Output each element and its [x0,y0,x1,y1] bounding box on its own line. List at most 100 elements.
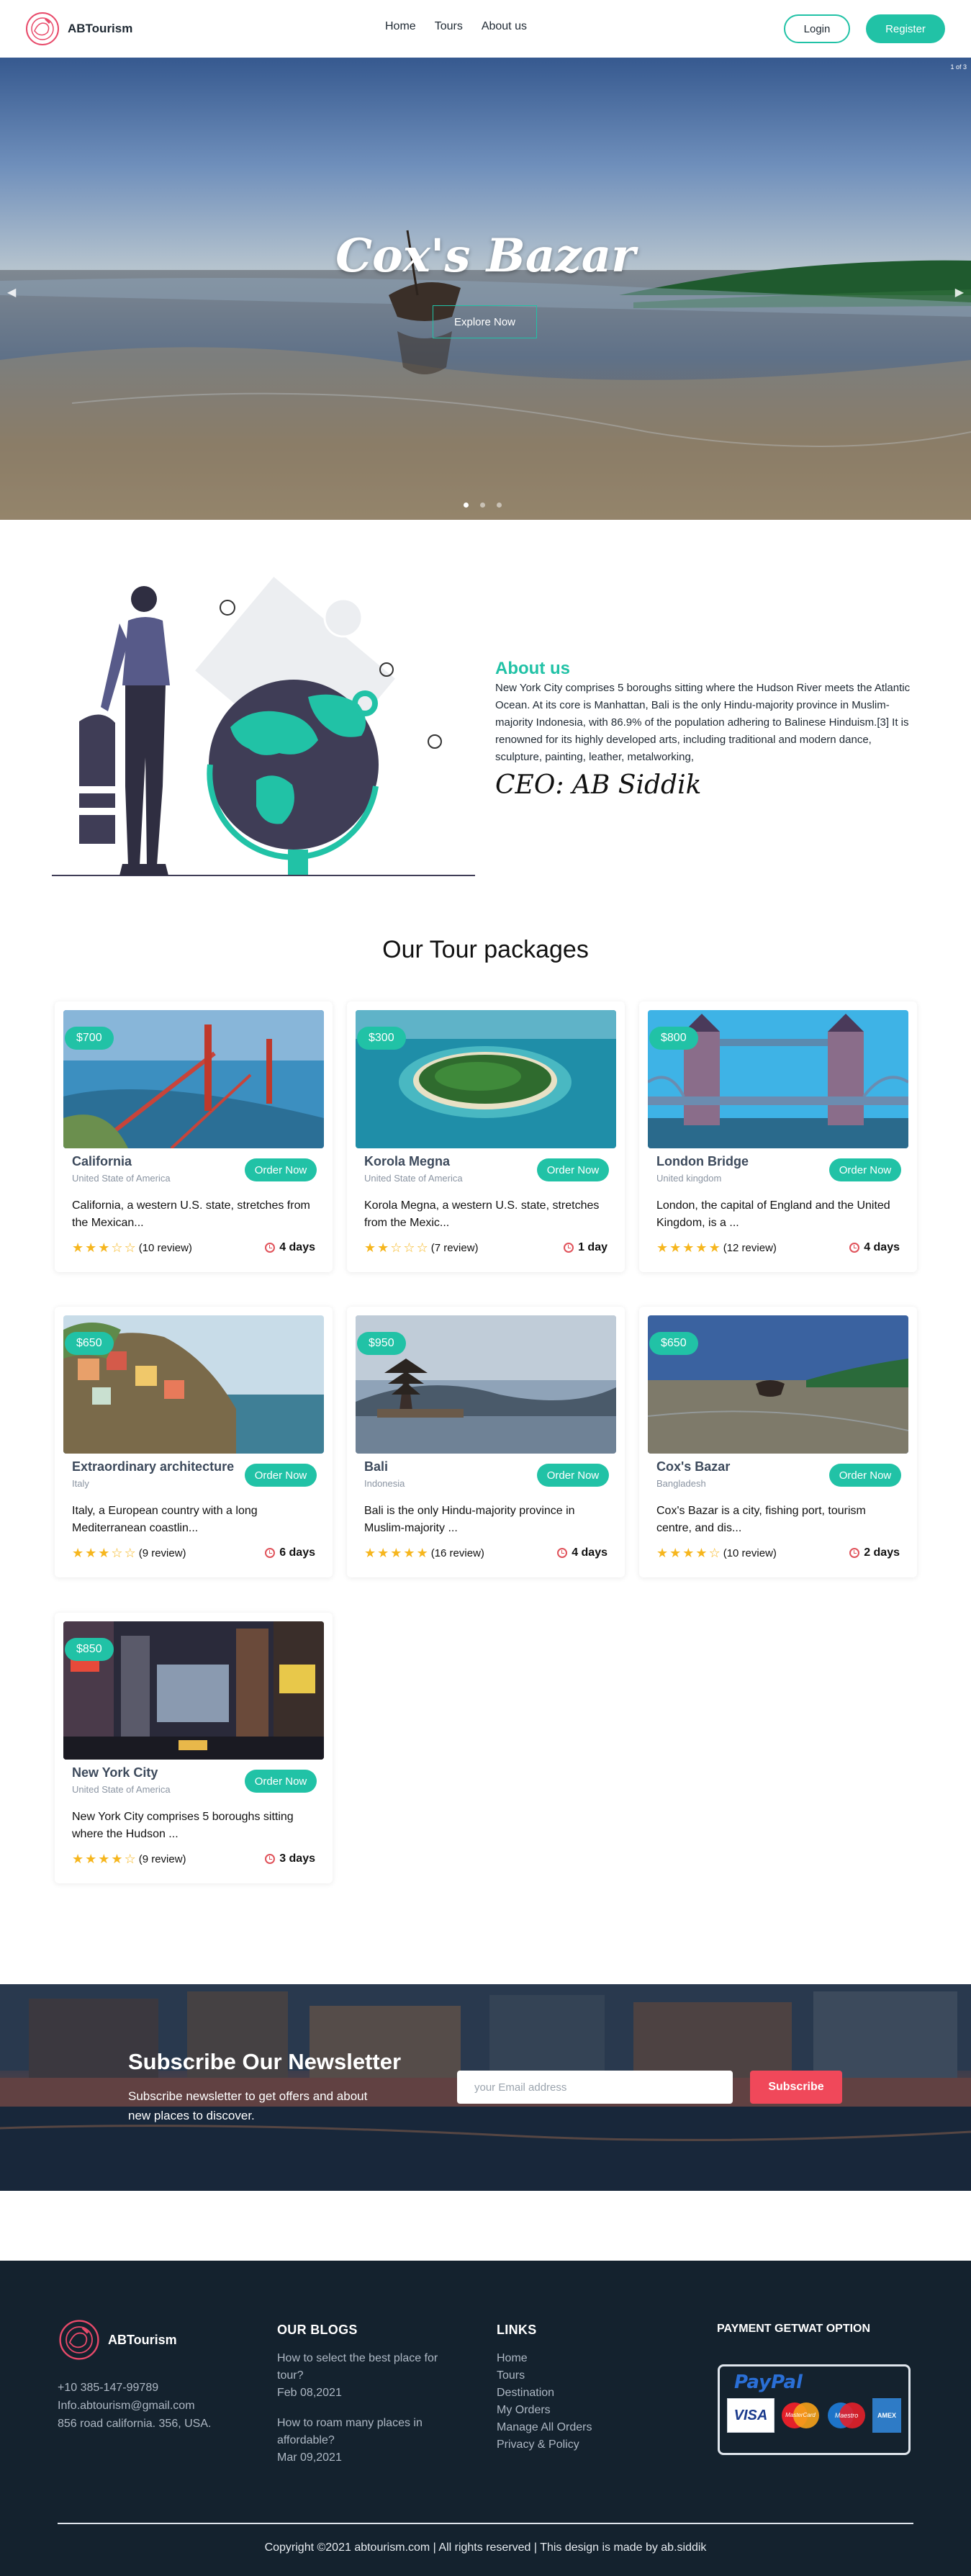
tour-country: United kingdom [656,1173,722,1184]
hero-carousel: 1 of 3 ◀ ▶ Cox's Bazar Explore Now [0,58,971,520]
blog-title[interactable]: How to select the best place for tour? [277,2350,464,2384]
tour-card[interactable]: $650 Extraordinary architecture Italy Order… [55,1307,333,1577]
blog-date: Mar 09,2021 [277,2451,342,2464]
tour-card[interactable]: $950 Bali Indonesia Order Now Bali is the on… [347,1307,625,1577]
tour-card[interactable]: $800 London Bridge United kingdom Order Now… [639,1001,917,1272]
blog-title[interactable]: How to roam many places in affordable? [277,2415,464,2449]
newsletter-email-input[interactable] [457,2071,733,2104]
star-filled-icon: ★ [364,1545,376,1560]
chevron-right-icon[interactable]: ▶ [955,285,964,300]
brand[interactable]: ABTourism [24,11,132,47]
star-empty-icon: ☆ [124,1240,136,1255]
order-now-button[interactable]: Order Now [537,1464,609,1487]
footer-brand[interactable]: ABTourism [58,2318,177,2361]
footer-payment-title: PAYMENT GETWAT OPTION [717,2323,871,2335]
star-filled-icon: ★ [85,1851,97,1866]
top-navbar: ABTourism Home Tours About us Login Regi… [0,0,971,58]
footer-link-tours[interactable]: Tours [497,2369,525,2382]
duration-text: 4 days [279,1241,315,1253]
tour-duration: 4 days [557,1546,608,1559]
star-filled-icon: ★ [85,1545,97,1560]
star-empty-icon: ☆ [111,1240,123,1255]
footer-email[interactable]: Info.abtourism@gmail.com [58,2397,211,2415]
star-empty-icon: ☆ [708,1545,721,1560]
tour-country: Indonesia [364,1478,405,1489]
order-now-button[interactable]: Order Now [245,1158,317,1181]
footer-link-manage-orders[interactable]: Manage All Orders [497,2421,592,2433]
nav-link-tours[interactable]: Tours [435,20,463,33]
footer-links: Home Tours Destination My Orders Manage … [497,2350,592,2454]
paypal-logo: PayPal [734,2372,803,2393]
nav-link-home[interactable]: Home [385,20,416,33]
carousel-dot-1[interactable] [464,503,469,508]
tour-country: United State of America [72,1173,171,1184]
footer-copyright: Copyright ©2021 abtourism.com | All righ… [264,2541,707,2554]
tour-duration: 6 days [265,1546,315,1559]
tour-name: London Bridge [656,1154,749,1168]
rating-stars: ★ ★ ★ ★ ★ (12 review) [656,1240,777,1256]
star-filled-icon: ★ [708,1240,721,1255]
blog-item[interactable]: How to roam many places in affordable? M… [277,2415,464,2467]
newsletter-text: Subscribe newsletter to get offers and a… [128,2089,368,2122]
review-count: (9 review) [138,1546,186,1559]
card-logos: VISA MasterCard Maestro AMEX [727,2398,901,2433]
rating-stars: ★ ★ ★ ★ ★ (16 review) [364,1546,484,1561]
order-now-button[interactable]: Order Now [537,1158,609,1181]
subscribe-button[interactable]: Subscribe [750,2071,842,2104]
order-now-button[interactable]: Order Now [245,1464,317,1487]
visa-card-icon: VISA [727,2398,774,2433]
hero-title: Cox's Bazar [335,229,636,283]
travel-illustration [52,577,475,876]
footer-link-home[interactable]: Home [497,2352,528,2364]
payment-methods-badge: PayPal VISA MasterCard Maestro AMEX [718,2364,911,2455]
order-now-button[interactable]: Order Now [245,1770,317,1793]
star-empty-icon: ☆ [111,1545,123,1560]
price-badge: $650 [649,1332,698,1355]
order-now-button[interactable]: Order Now [829,1464,901,1487]
footer-link-my-orders[interactable]: My Orders [497,2404,551,2416]
clock-icon [849,1548,860,1558]
tour-name: Bali [364,1459,389,1474]
price-badge: $850 [65,1638,114,1661]
register-button[interactable]: Register [866,14,945,43]
duration-text: 4 days [572,1546,608,1559]
star-filled-icon: ★ [72,1240,84,1255]
tour-name: Extraordinary architecture [72,1459,235,1474]
tour-country: Italy [72,1478,89,1489]
blog-item[interactable]: How to select the best place for tour? F… [277,2350,464,2402]
star-filled-icon: ★ [416,1545,428,1560]
tour-meta: ★ ★ ★ ★ ☆ (9 review) 3 days [72,1850,315,1868]
tour-card[interactable]: $850 New York City United State of America… [55,1613,333,1883]
chevron-left-icon[interactable]: ◀ [7,285,16,300]
login-button[interactable]: Login [784,14,850,43]
footer-brand-name: ABTourism [108,2332,177,2347]
amex-card-icon: AMEX [872,2398,901,2433]
nav-link-about[interactable]: About us [482,20,527,33]
explore-now-button[interactable]: Explore Now [433,305,537,338]
tour-duration: 2 days [849,1546,900,1559]
review-count: (7 review) [430,1241,479,1254]
tour-card[interactable]: $300 Korola Megna United State of America O… [347,1001,625,1272]
tour-card[interactable]: $650 Cox's Bazar Bangladesh Order Now Cox's … [639,1307,917,1577]
tour-card[interactable]: $700 California United State of America Ord… [55,1001,333,1272]
star-filled-icon: ★ [682,1240,695,1255]
carousel-dot-2[interactable] [480,503,485,508]
ceo-signature: CEO: AB Siddik [495,770,702,800]
tour-meta: ★ ★ ★ ★ ☆ (10 review) 2 days [656,1544,900,1562]
star-filled-icon: ★ [669,1240,682,1255]
footer-links-title: LINKS [497,2323,537,2337]
tour-meta: ★ ★ ★ ☆ ☆ (9 review) 6 days [72,1544,315,1562]
star-filled-icon: ★ [669,1545,682,1560]
star-filled-icon: ★ [403,1545,415,1560]
tour-meta: ★ ★ ☆ ☆ ☆ (7 review) 1 day [364,1239,608,1256]
clock-icon [849,1243,860,1253]
carousel-dot-3[interactable] [497,503,502,508]
order-now-button[interactable]: Order Now [829,1158,901,1181]
footer-phone[interactable]: +10 385-147-99789 [58,2379,211,2397]
star-filled-icon: ★ [695,1545,708,1560]
footer-link-privacy[interactable]: Privacy & Policy [497,2438,579,2451]
footer-link-destination[interactable]: Destination [497,2387,554,2399]
tour-description: Bali is the only Hindu-majority province… [364,1505,575,1534]
brand-logo-icon [59,2320,99,2360]
about-section: About us New York City comprises 5 borou… [0,520,971,909]
